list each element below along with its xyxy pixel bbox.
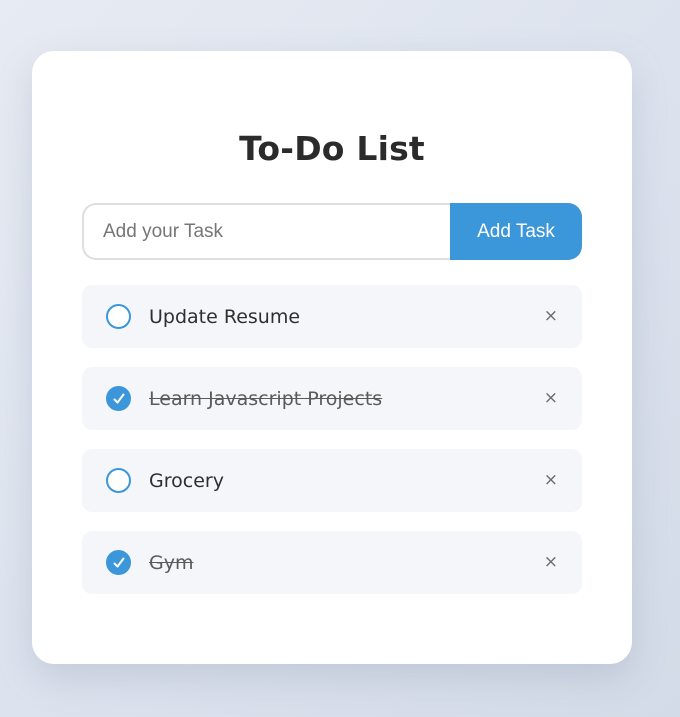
- task-text: Grocery: [149, 469, 224, 492]
- add-task-form: Add Task: [82, 203, 582, 260]
- checkbox-circle-icon[interactable]: [106, 304, 131, 329]
- task-list: Update Resume × Learn Javascript Project…: [82, 285, 582, 613]
- task-text: Gym: [149, 551, 194, 574]
- delete-icon[interactable]: ×: [544, 390, 558, 407]
- delete-icon[interactable]: ×: [544, 472, 558, 489]
- page-title: To-Do List: [239, 129, 425, 168]
- todo-card: To-Do List Add Task Update Resume × Lear…: [32, 51, 632, 664]
- task-item[interactable]: Update Resume ×: [82, 285, 582, 348]
- task-item[interactable]: Grocery ×: [82, 449, 582, 512]
- task-input[interactable]: [82, 203, 450, 260]
- delete-icon[interactable]: ×: [544, 554, 558, 571]
- checkbox-circle-icon[interactable]: [106, 468, 131, 493]
- delete-icon[interactable]: ×: [544, 308, 558, 325]
- task-item[interactable]: Gym ×: [82, 531, 582, 594]
- checkbox-checked-icon[interactable]: [106, 386, 131, 411]
- task-text: Learn Javascript Projects: [149, 387, 383, 410]
- add-task-button[interactable]: Add Task: [450, 203, 582, 260]
- task-text: Update Resume: [149, 305, 301, 328]
- checkbox-checked-icon[interactable]: [106, 550, 131, 575]
- task-item[interactable]: Learn Javascript Projects ×: [82, 367, 582, 430]
